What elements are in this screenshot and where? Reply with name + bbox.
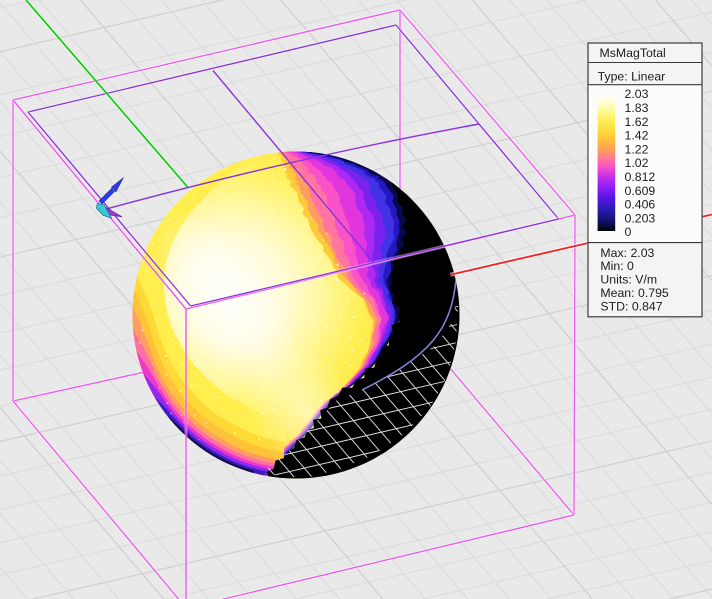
svg-text:0.812: 0.812 [625, 170, 656, 184]
svg-text:0.203: 0.203 [625, 211, 656, 225]
svg-text:1.42: 1.42 [625, 129, 649, 143]
svg-text:STD: 0.847: STD: 0.847 [600, 299, 662, 313]
svg-text:Max: 2.03: Max: 2.03 [600, 246, 654, 260]
svg-text:1.62: 1.62 [625, 115, 649, 129]
svg-text:0.609: 0.609 [625, 184, 656, 198]
svg-text:Mean: 0.795: Mean: 0.795 [600, 286, 669, 300]
svg-text:Type: Linear: Type: Linear [598, 70, 666, 84]
svg-text:0.406: 0.406 [625, 198, 656, 212]
svg-text:Min: 0: Min: 0 [600, 259, 634, 273]
svg-text:1.83: 1.83 [625, 101, 649, 115]
svg-text:MsMagTotal: MsMagTotal [600, 46, 666, 60]
svg-text:0: 0 [625, 225, 632, 239]
svg-text:1.02: 1.02 [625, 156, 649, 170]
svg-text:1.22: 1.22 [625, 142, 649, 156]
svg-text:2.03: 2.03 [625, 87, 649, 101]
svg-text:Units: V/m: Units: V/m [600, 273, 657, 287]
